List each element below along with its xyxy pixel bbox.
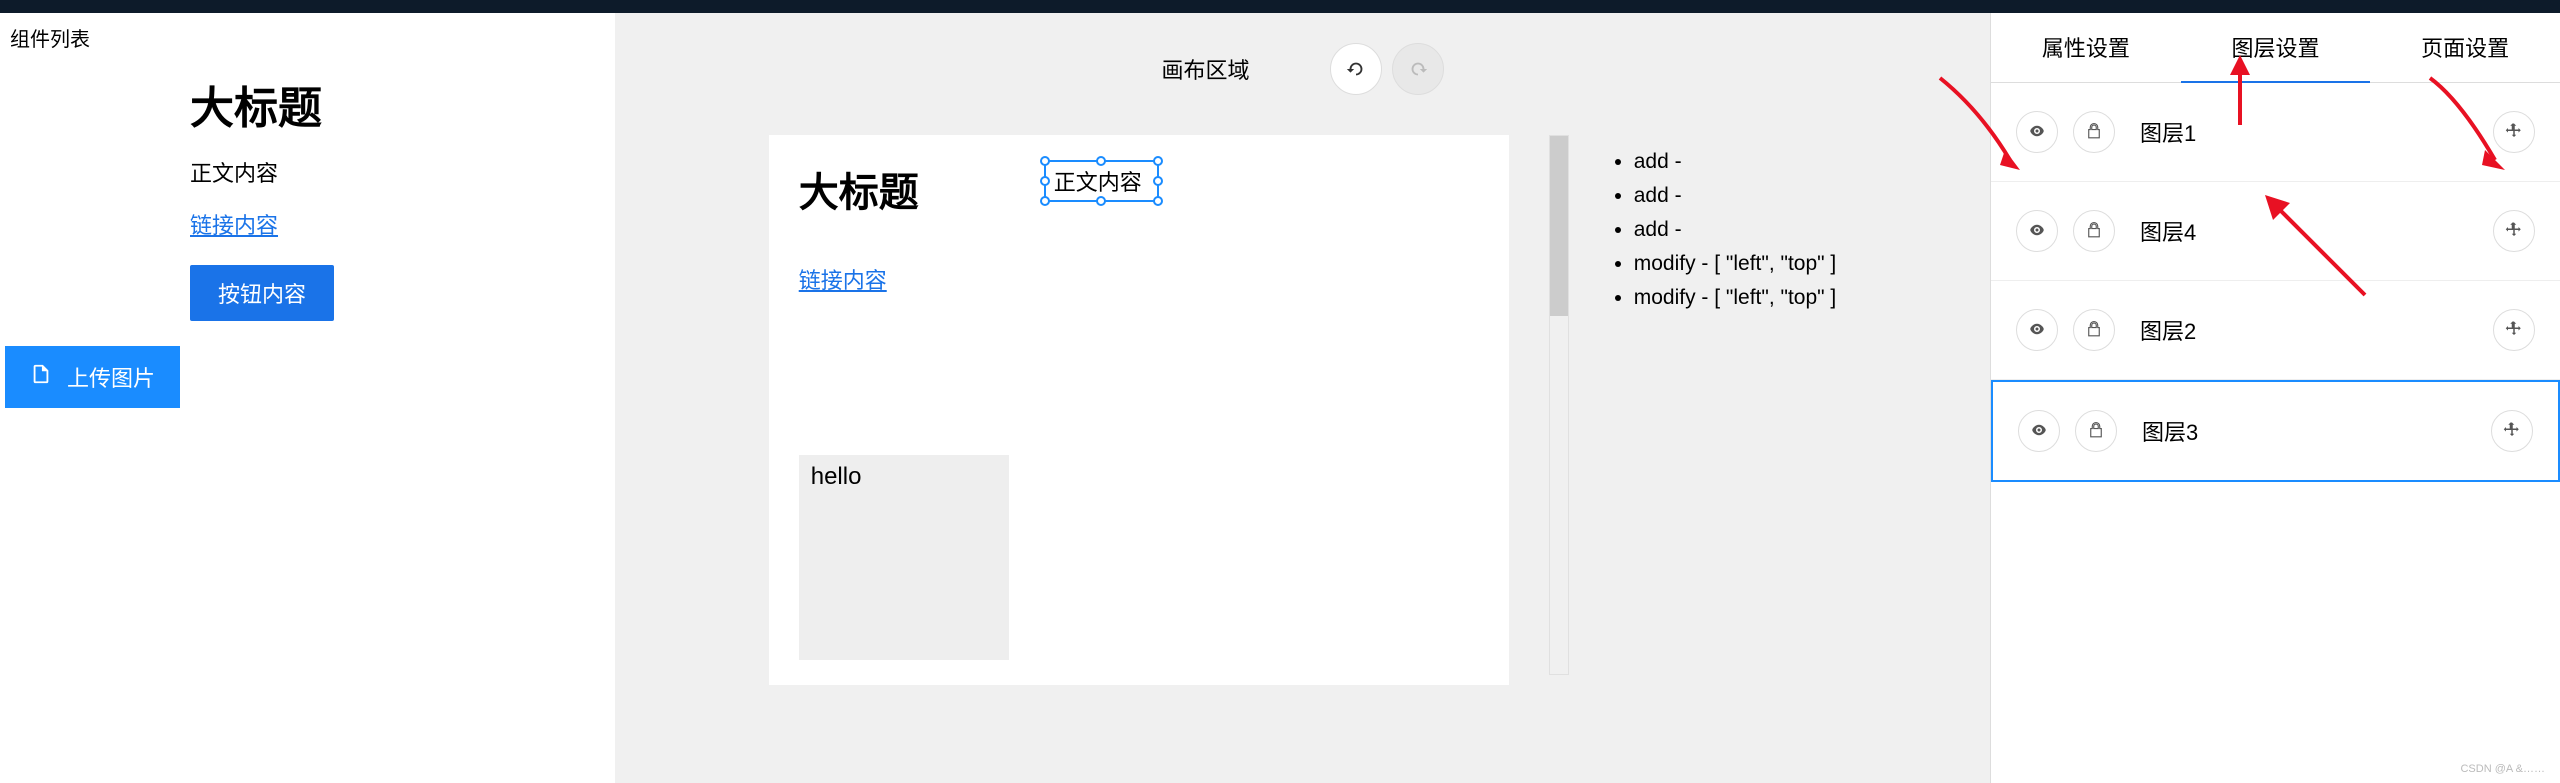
eye-icon [2028,122,2046,143]
event-log: add -add -add -modify - [ "left", "top" … [1609,135,1837,685]
resize-handle-mt[interactable] [1096,156,1106,166]
properties-panel: 属性设置图层设置页面设置 图层1 图层4 图层2 图层3 [1990,13,2560,783]
unlock-icon [2087,421,2105,442]
layer-drag-handle[interactable] [2493,210,2535,252]
undo-button[interactable] [1330,43,1382,95]
unlock-icon [2085,320,2103,341]
top-bar [0,0,2560,13]
eye-icon [2030,421,2048,442]
document-icon [30,363,52,391]
event-log-item: modify - [ "left", "top" ] [1634,247,1837,281]
tab-layers[interactable]: 图层设置 [2181,13,2371,83]
layer-lock-toggle[interactable] [2073,111,2115,153]
eye-icon [2028,221,2046,242]
component-button[interactable]: 按钮内容 [190,265,334,321]
canvas-link-element[interactable]: 链接内容 [799,263,1479,295]
event-log-item: modify - [ "left", "top" ] [1634,281,1837,315]
resize-handle-tr[interactable] [1153,156,1163,166]
layer-name-label: 图层3 [2142,415,2476,447]
layer-lock-toggle[interactable] [2075,410,2117,452]
layer-lock-toggle[interactable] [2073,210,2115,252]
layer-visibility-toggle[interactable] [2018,410,2060,452]
layer-row[interactable]: 图层3 [1991,380,2560,482]
canvas-scrollbar[interactable] [1549,135,1569,675]
resize-handle-mr[interactable] [1153,176,1163,186]
unlock-icon [2085,122,2103,143]
layer-visibility-toggle[interactable] [2016,111,2058,153]
canvas-text-element-selected[interactable]: 正文内容 [1044,160,1159,202]
resize-handle-br[interactable] [1153,196,1163,206]
selected-text-content: 正文内容 [1054,170,1142,195]
eye-icon [2028,320,2046,341]
undo-icon [1345,58,1367,80]
layer-drag-handle[interactable] [2491,410,2533,452]
layer-lock-toggle[interactable] [2073,309,2115,351]
tab-properties[interactable]: 属性设置 [1991,13,2181,83]
layer-drag-handle[interactable] [2493,309,2535,351]
layer-row[interactable]: 图层4 [1991,182,2560,281]
event-log-item: add - [1634,145,1837,179]
component-text[interactable]: 正文内容 [190,156,614,188]
canvas-region: 画布区域 大标题 正文内容 [615,13,1990,783]
canvas-hello-box[interactable]: hello [799,455,1009,660]
event-log-item: add - [1634,213,1837,247]
unlock-icon [2085,221,2103,242]
move-icon [2505,221,2523,242]
resize-handle-ml[interactable] [1040,176,1050,186]
tab-page[interactable]: 页面设置 [2370,13,2560,83]
resize-handle-mb[interactable] [1096,196,1106,206]
layer-drag-handle[interactable] [2493,111,2535,153]
component-sidebar: 组件列表 大标题 正文内容 链接内容 按钮内容 上传图片 [0,13,615,783]
redo-icon [1407,58,1429,80]
move-icon [2505,122,2523,143]
move-icon [2503,421,2521,442]
move-icon [2505,320,2523,341]
layer-row[interactable]: 图层1 [1991,83,2560,182]
layer-name-label: 图层4 [2140,215,2478,247]
component-list-title: 组件列表 [0,23,614,72]
layer-row[interactable]: 图层2 [1991,281,2560,380]
watermark: CSDN @A &…… [2460,763,2545,775]
layer-name-label: 图层2 [2140,314,2478,346]
resize-handle-bl[interactable] [1040,196,1050,206]
upload-label: 上传图片 [67,361,155,393]
layer-name-label: 图层1 [2140,116,2478,148]
canvas-title: 画布区域 [1161,53,1249,85]
upload-image-button[interactable]: 上传图片 [5,346,180,408]
resize-handle-tl[interactable] [1040,156,1050,166]
layer-visibility-toggle[interactable] [2016,309,2058,351]
canvas-artboard[interactable]: 大标题 正文内容 链接内容 hello [769,135,1509,685]
scrollbar-thumb[interactable] [1550,136,1568,316]
component-link[interactable]: 链接内容 [190,208,614,240]
canvas-heading-element[interactable]: 大标题 [799,160,919,218]
component-heading[interactable]: 大标题 [190,72,614,136]
redo-button [1392,43,1444,95]
event-log-item: add - [1634,179,1837,213]
layer-visibility-toggle[interactable] [2016,210,2058,252]
